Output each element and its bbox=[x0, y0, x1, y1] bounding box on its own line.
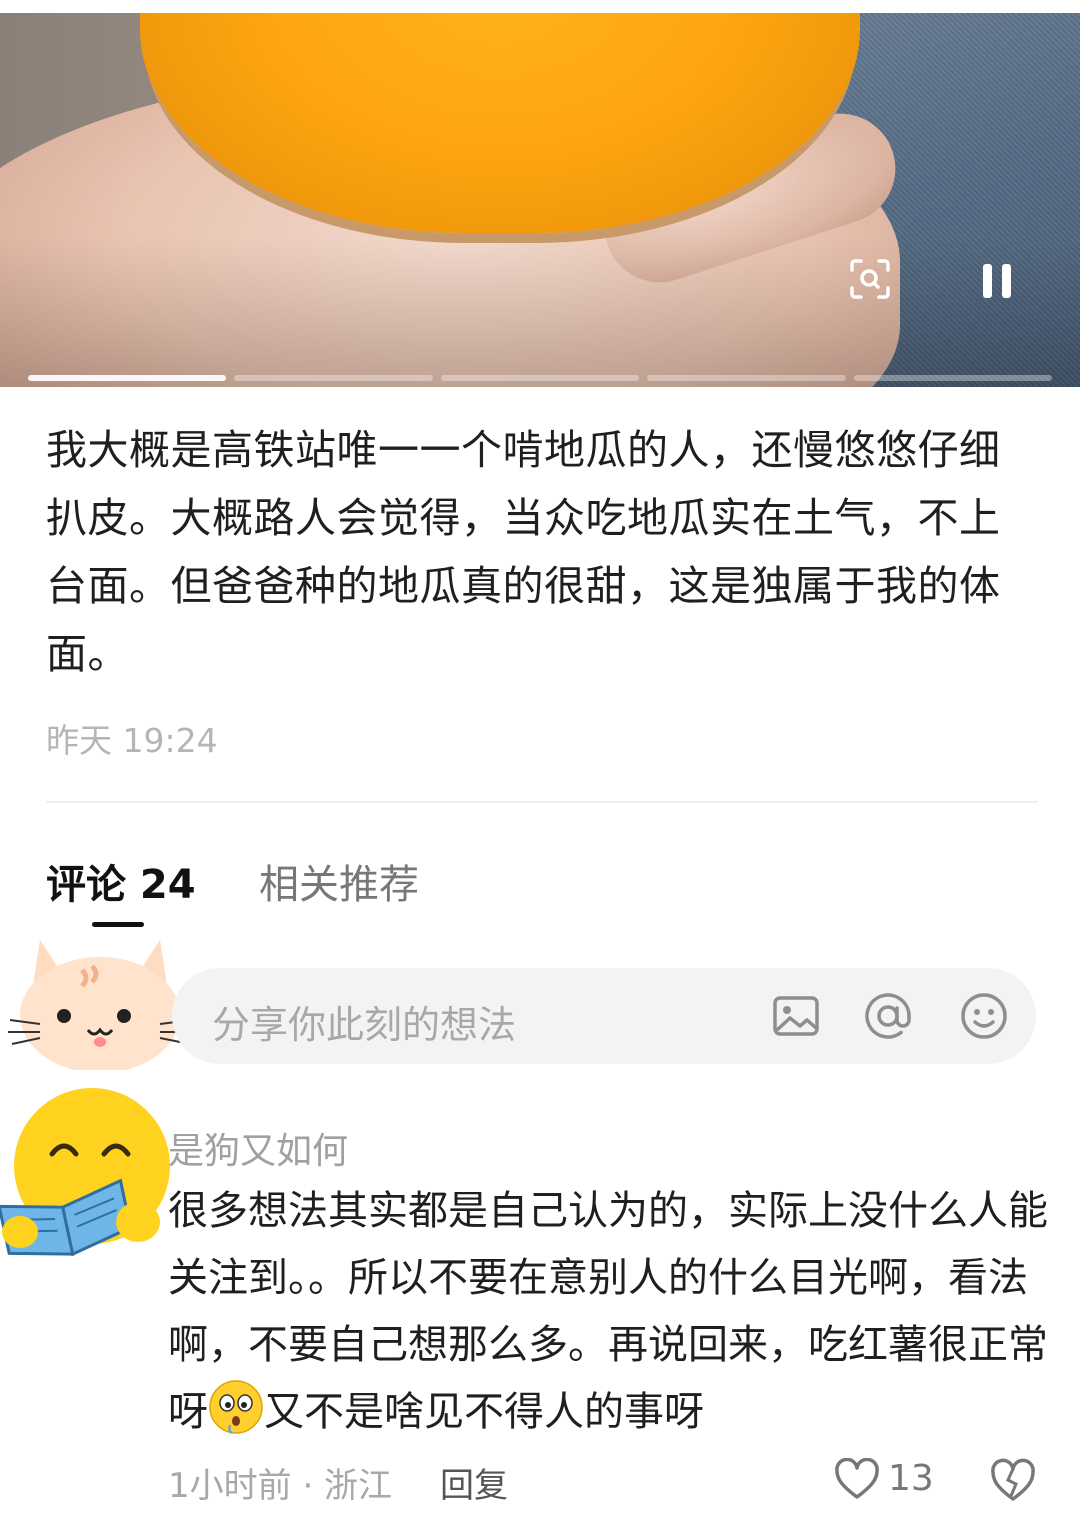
progress-segment bbox=[440, 375, 640, 381]
comment-text: 很多想法其实都是自己认为的，实际上没什么人能关注到。。所以不要在意别人的什么目光… bbox=[168, 1188, 1048, 1435]
progress-segment bbox=[647, 375, 846, 381]
emoji-icon[interactable] bbox=[958, 990, 1010, 1042]
commenter-name[interactable]: 是狗又如何 bbox=[168, 1122, 348, 1174]
progress-segment bbox=[234, 375, 433, 381]
comment-input[interactable]: 分享你此刻的想法 bbox=[172, 968, 1036, 1064]
scan-search-icon[interactable] bbox=[849, 258, 891, 300]
shocked-emoji-icon bbox=[209, 1380, 263, 1434]
image-icon[interactable] bbox=[770, 990, 822, 1042]
reply-button[interactable]: 回复 bbox=[440, 1458, 508, 1507]
avatar[interactable] bbox=[0, 920, 200, 1070]
commenter-avatar[interactable] bbox=[0, 1082, 180, 1262]
progress-segment bbox=[28, 375, 227, 381]
comment-meta: 1小时前 · 浙江 bbox=[168, 1466, 393, 1506]
post-text: 我大概是高铁站唯一一个啃地瓜的人，还慢悠悠仔细扒皮。大概路人会觉得，当众吃地瓜实… bbox=[46, 426, 1001, 678]
video-progress bbox=[28, 375, 1053, 381]
heart-icon[interactable] bbox=[834, 1458, 880, 1500]
like-count: 13 bbox=[888, 1458, 934, 1499]
post-timestamp: 昨天 19:24 bbox=[46, 721, 218, 760]
divider bbox=[46, 801, 1038, 803]
at-icon[interactable] bbox=[862, 990, 914, 1042]
broken-heart-icon[interactable] bbox=[990, 1458, 1036, 1502]
pause-icon[interactable] bbox=[983, 264, 1013, 298]
comment-input-placeholder: 分享你此刻的想法 bbox=[212, 1003, 517, 1047]
tab-related[interactable]: 相关推荐 bbox=[259, 852, 419, 910]
tab-comments[interactable]: 评论 24 bbox=[46, 852, 196, 910]
progress-segment bbox=[853, 375, 1053, 381]
video-player[interactable] bbox=[0, 13, 1080, 387]
